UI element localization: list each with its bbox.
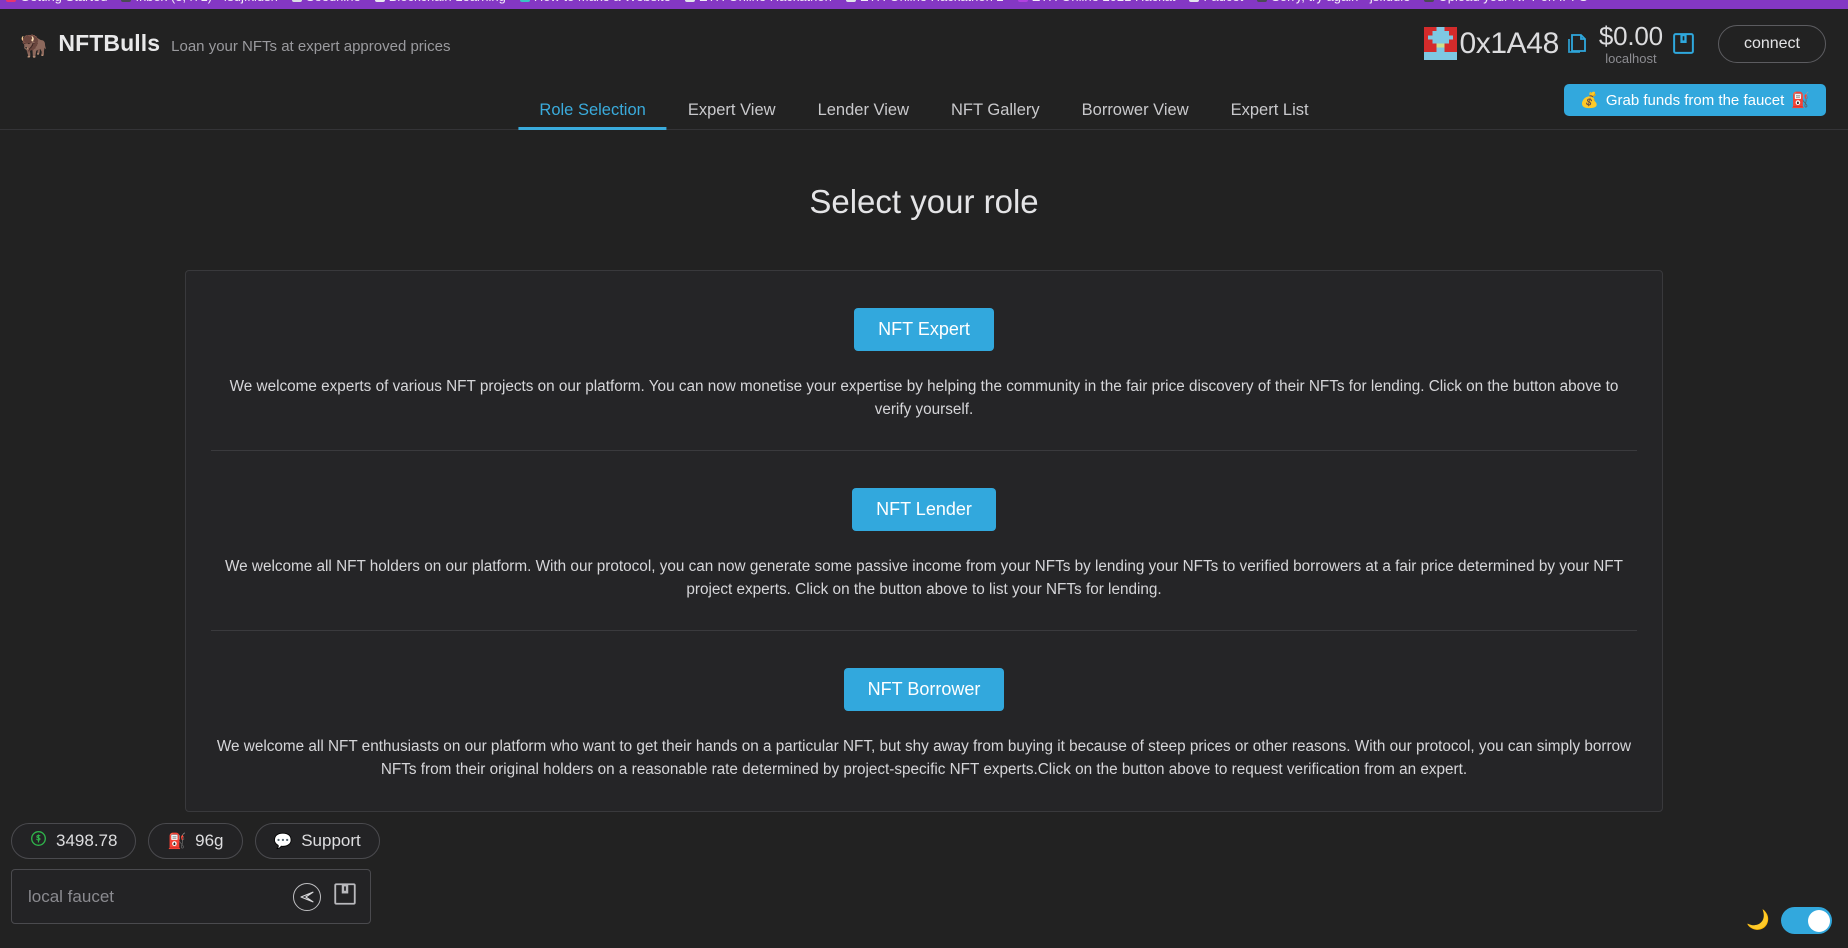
status-pill-row: 3498.78 ⛽ 96g 💬 Support	[11, 823, 380, 859]
bookmark-item[interactable]: ETH Online Hackathon 2	[845, 0, 1004, 3]
favicon-icon	[291, 0, 302, 2]
floppy-disk-icon[interactable]	[1663, 31, 1704, 56]
page-title: Select your role	[809, 183, 1039, 220]
favicon-icon	[845, 0, 856, 2]
dark-mode-toggle[interactable]	[1781, 907, 1832, 934]
faucet-address-input[interactable]	[28, 886, 293, 907]
favicon-icon	[519, 0, 530, 2]
app-header: 🦬 NFTBulls Loan your NFTs at expert appr…	[0, 9, 1848, 78]
wallet-area: 0x1A48 $0.00 localhost connect	[1423, 23, 1848, 65]
nft-expert-button[interactable]: NFT Expert	[854, 308, 994, 351]
bookmark-item[interactable]: Getting Started	[6, 0, 107, 3]
dev-tools-widget: 3498.78 ⛽ 96g 💬 Support	[11, 823, 380, 924]
wallet-balance: $0.00	[1598, 20, 1663, 51]
favicon-icon	[1257, 0, 1268, 2]
bookmark-label: Seednine	[306, 0, 361, 3]
favicon-icon	[121, 0, 132, 2]
bookmark-item[interactable]: How to Make a Website	[519, 0, 671, 3]
gas-price-pill[interactable]: ⛽ 96g	[148, 823, 243, 859]
bookmark-item[interactable]: Upload your NFT on IPFS	[1424, 0, 1588, 3]
grab-funds-faucet-button[interactable]: 💰 Grab funds from the faucet ⛽	[1564, 84, 1826, 116]
dollar-coin-icon	[30, 830, 47, 852]
bookmark-label: ETH Online Hackathon 2	[860, 0, 1004, 3]
bookmark-label: Sorry, try again - jsfiddle	[1271, 0, 1410, 3]
role-block-lender: NFT Lender We welcome all NFT holders on…	[186, 451, 1662, 630]
crescent-moon-icon: 🌙	[1746, 910, 1770, 931]
favicon-icon	[684, 0, 695, 2]
role-button-row: NFT Expert	[211, 271, 1637, 351]
nft-expert-description: We welcome experts of various NFT projec…	[229, 377, 1619, 418]
brand-name: NFTBulls	[58, 30, 161, 56]
role-block-borrower: NFT Borrower We welcome all NFT enthusia…	[186, 631, 1662, 810]
nav-tabs: Role Selection Expert View Lender View N…	[518, 78, 1329, 130]
role-button-row: NFT Lender	[211, 451, 1637, 531]
nft-borrower-description: We welcome all NFT enthusiasts on our pl…	[216, 738, 1632, 779]
floppy-disk-icon[interactable]	[332, 881, 358, 912]
bull-icon: 🦬	[20, 33, 48, 58]
favicon-icon	[1424, 0, 1435, 2]
support-label: Support	[301, 831, 361, 850]
favicon-icon	[1017, 0, 1028, 2]
eth-price-pill[interactable]: 3498.78	[11, 823, 137, 859]
nft-lender-button[interactable]: NFT Lender	[852, 488, 996, 531]
role-button-row: NFT Borrower	[211, 631, 1637, 712]
bookmark-label: ETH Online 2021 Hackat	[1032, 0, 1176, 3]
fuel-pump-icon: ⛽	[167, 833, 187, 850]
bookmark-item[interactable]: Faucet	[1189, 0, 1243, 3]
tab-lender-view[interactable]: Lender View	[797, 78, 930, 130]
tab-expert-list[interactable]: Expert List	[1210, 78, 1330, 130]
tab-nft-gallery[interactable]: NFT Gallery	[930, 78, 1061, 130]
money-bag-icon: 💰	[1580, 92, 1599, 109]
bookmark-item[interactable]: ETH Online Hackathon	[684, 0, 832, 3]
network-name: localhost	[1605, 50, 1657, 66]
bookmark-label: Blockchain Learning	[389, 0, 506, 3]
bookmark-label: Faucet	[1203, 0, 1243, 3]
support-pill[interactable]: 💬 Support	[254, 823, 380, 859]
tab-role-selection[interactable]: Role Selection	[518, 78, 668, 130]
fuel-pump-icon: ⛽	[1791, 92, 1810, 109]
tab-borrower-view[interactable]: Borrower View	[1061, 78, 1210, 130]
favicon-icon	[374, 0, 385, 2]
send-paper-plane-icon[interactable]	[293, 882, 321, 911]
connect-button[interactable]: connect	[1717, 24, 1826, 63]
wallet-address: 0x1A48	[1459, 26, 1560, 60]
theme-toggle-wrap: 🌙	[1746, 907, 1832, 934]
nft-lender-description: We welcome all NFT holders on our platfo…	[225, 557, 1623, 599]
bookmark-label: How to Make a Website	[534, 0, 671, 3]
browser-bookmarks-bar: Getting Started Inbox (3,471) - fsdjfkld…	[0, 0, 1848, 9]
role-selection-card: NFT Expert We welcome experts of various…	[185, 270, 1663, 812]
gas-price-value: 96g	[195, 831, 224, 850]
brand-tagline: Loan your NFTs at expert approved prices	[171, 38, 451, 55]
bookmark-label: Getting Started	[20, 0, 107, 3]
blockie-avatar	[1423, 27, 1457, 60]
bookmark-label: Upload your NFT on IPFS	[1438, 0, 1587, 3]
favicon-icon	[6, 0, 16, 2]
speech-bubble-icon: 💬	[273, 833, 293, 850]
faucet-button-label: Grab funds from the faucet	[1605, 91, 1785, 109]
bookmark-label: Inbox (3,471) - fsdjfkldsn	[135, 0, 277, 3]
nft-borrower-button[interactable]: NFT Borrower	[843, 668, 1005, 712]
faucet-input-row	[11, 869, 371, 924]
bookmark-item[interactable]: ETH Online 2021 Hackat	[1017, 0, 1176, 3]
tab-expert-view[interactable]: Expert View	[667, 78, 797, 130]
wallet-balance-block: $0.00 localhost	[1599, 23, 1663, 65]
toggle-knob	[1807, 909, 1830, 932]
main-content: Select your role NFT Expert We welcome e…	[0, 131, 1848, 812]
favicon-icon	[1189, 0, 1200, 2]
bookmark-item[interactable]: Sorry, try again - jsfiddle	[1257, 0, 1410, 3]
bookmark-item[interactable]: Blockchain Learning	[374, 0, 506, 3]
bookmark-item[interactable]: Inbox (3,471) - fsdjfkldsn	[121, 0, 278, 3]
role-block-expert: NFT Expert We welcome experts of various…	[186, 271, 1662, 450]
eth-price-value: 3498.78	[56, 831, 118, 850]
copy-icon[interactable]	[1559, 32, 1597, 56]
bookmark-label: ETH Online Hackathon	[699, 0, 832, 3]
bookmark-item[interactable]: Seednine	[291, 0, 361, 3]
brand-logo[interactable]: 🦬 NFTBulls Loan your NFTs at expert appr…	[0, 30, 450, 57]
